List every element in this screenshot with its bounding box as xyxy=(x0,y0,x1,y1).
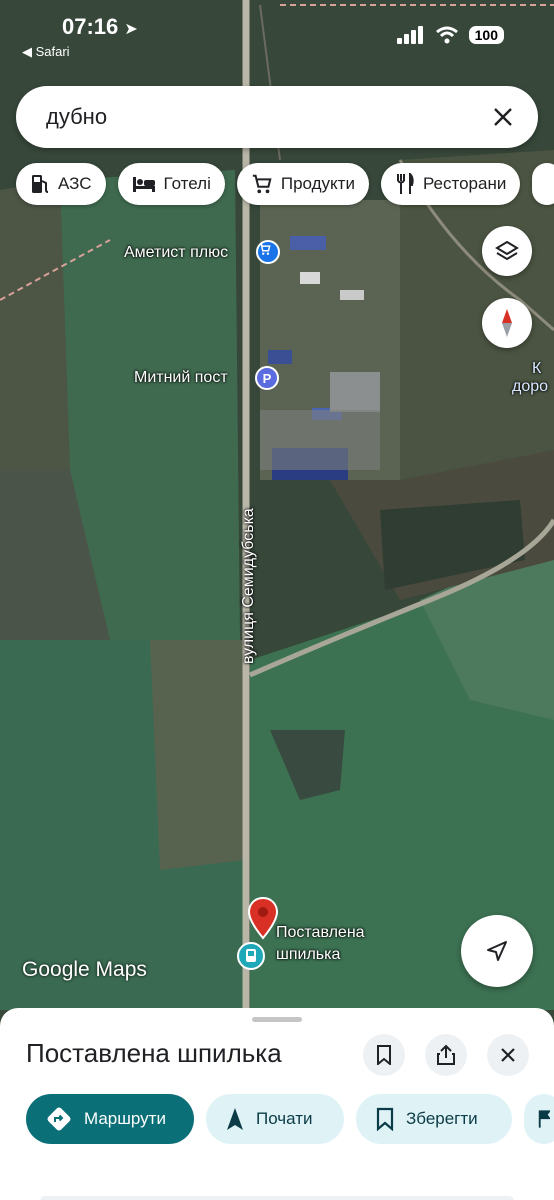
location-arrow-icon: ➤ xyxy=(124,21,138,38)
navigation-arrow-icon xyxy=(487,941,507,961)
layers-button[interactable] xyxy=(482,226,532,276)
save-button[interactable]: Зберегти xyxy=(356,1094,512,1144)
share-button[interactable] xyxy=(425,1034,467,1076)
close-icon[interactable] xyxy=(488,102,518,132)
start-button[interactable]: Почати xyxy=(206,1094,344,1144)
directions-button[interactable]: Маршрути xyxy=(26,1094,194,1144)
close-sheet-button[interactable] xyxy=(487,1034,529,1076)
sheet-grabber[interactable] xyxy=(252,1017,302,1022)
street-label: вулиця Семидубська xyxy=(240,508,257,664)
chip-gas-stations[interactable]: АЗС xyxy=(16,163,106,205)
cellular-signal-icon xyxy=(396,26,423,44)
my-location-button[interactable] xyxy=(461,915,533,987)
restaurant-icon xyxy=(396,173,414,194)
sheet-content-preview xyxy=(40,1196,514,1200)
chip-hotels[interactable]: Готелі xyxy=(117,163,225,205)
search-bar[interactable]: дубно xyxy=(16,86,538,148)
map-canvas[interactable]: Аметист плюс Митний пост P К доро вулиця… xyxy=(0,0,554,1030)
battery-indicator: 100 xyxy=(468,26,504,44)
poi-label-parking[interactable]: Митний пост xyxy=(134,369,228,387)
cart-icon xyxy=(252,174,272,194)
bookmark-icon xyxy=(376,1107,394,1131)
dropped-pin-label[interactable]: Поставлена шпилька xyxy=(276,922,365,966)
more-actions-button[interactable] xyxy=(524,1094,554,1144)
flag-icon xyxy=(538,1110,550,1128)
navigation-icon xyxy=(227,1108,243,1130)
wifi-icon xyxy=(435,26,458,44)
action-buttons: Маршрути Почати Зберегти xyxy=(26,1094,554,1144)
fuel-icon xyxy=(32,175,49,193)
google-maps-logo: Google Maps xyxy=(22,958,147,981)
place-bottom-sheet[interactable]: Поставлена шпилька Маршрути Почати Збере… xyxy=(0,1008,554,1200)
category-chips: АЗС Готелі Продукти Ресторани xyxy=(16,163,554,205)
status-bar: 07:16 ➤ ◀ Safari 100 xyxy=(0,0,554,70)
satellite-imagery xyxy=(0,0,554,1030)
directions-icon xyxy=(47,1107,71,1131)
chip-more[interactable] xyxy=(532,163,554,205)
share-icon xyxy=(437,1044,455,1065)
clock: 07:16 ➤ xyxy=(62,14,138,39)
shopping-cart-poi-icon[interactable] xyxy=(256,240,280,264)
hotel-icon xyxy=(132,177,155,192)
bookmark-button[interactable] xyxy=(363,1034,405,1076)
parking-poi-icon[interactable]: P xyxy=(255,366,279,390)
bookmark-icon xyxy=(377,1045,391,1065)
compass-button[interactable] xyxy=(482,298,532,348)
poi-label-store[interactable]: Аметист плюс xyxy=(124,244,228,262)
edge-place-label: К доро xyxy=(512,360,549,395)
compass-icon xyxy=(502,309,512,337)
layers-icon xyxy=(495,240,519,261)
place-title: Поставлена шпилька xyxy=(26,1038,282,1068)
close-icon xyxy=(501,1048,515,1062)
chip-groceries[interactable]: Продукти xyxy=(236,163,369,205)
search-input[interactable]: дубно xyxy=(46,104,488,130)
chip-restaurants[interactable]: Ресторани xyxy=(380,163,521,205)
back-to-app-link[interactable]: ◀ Safari xyxy=(22,44,70,60)
